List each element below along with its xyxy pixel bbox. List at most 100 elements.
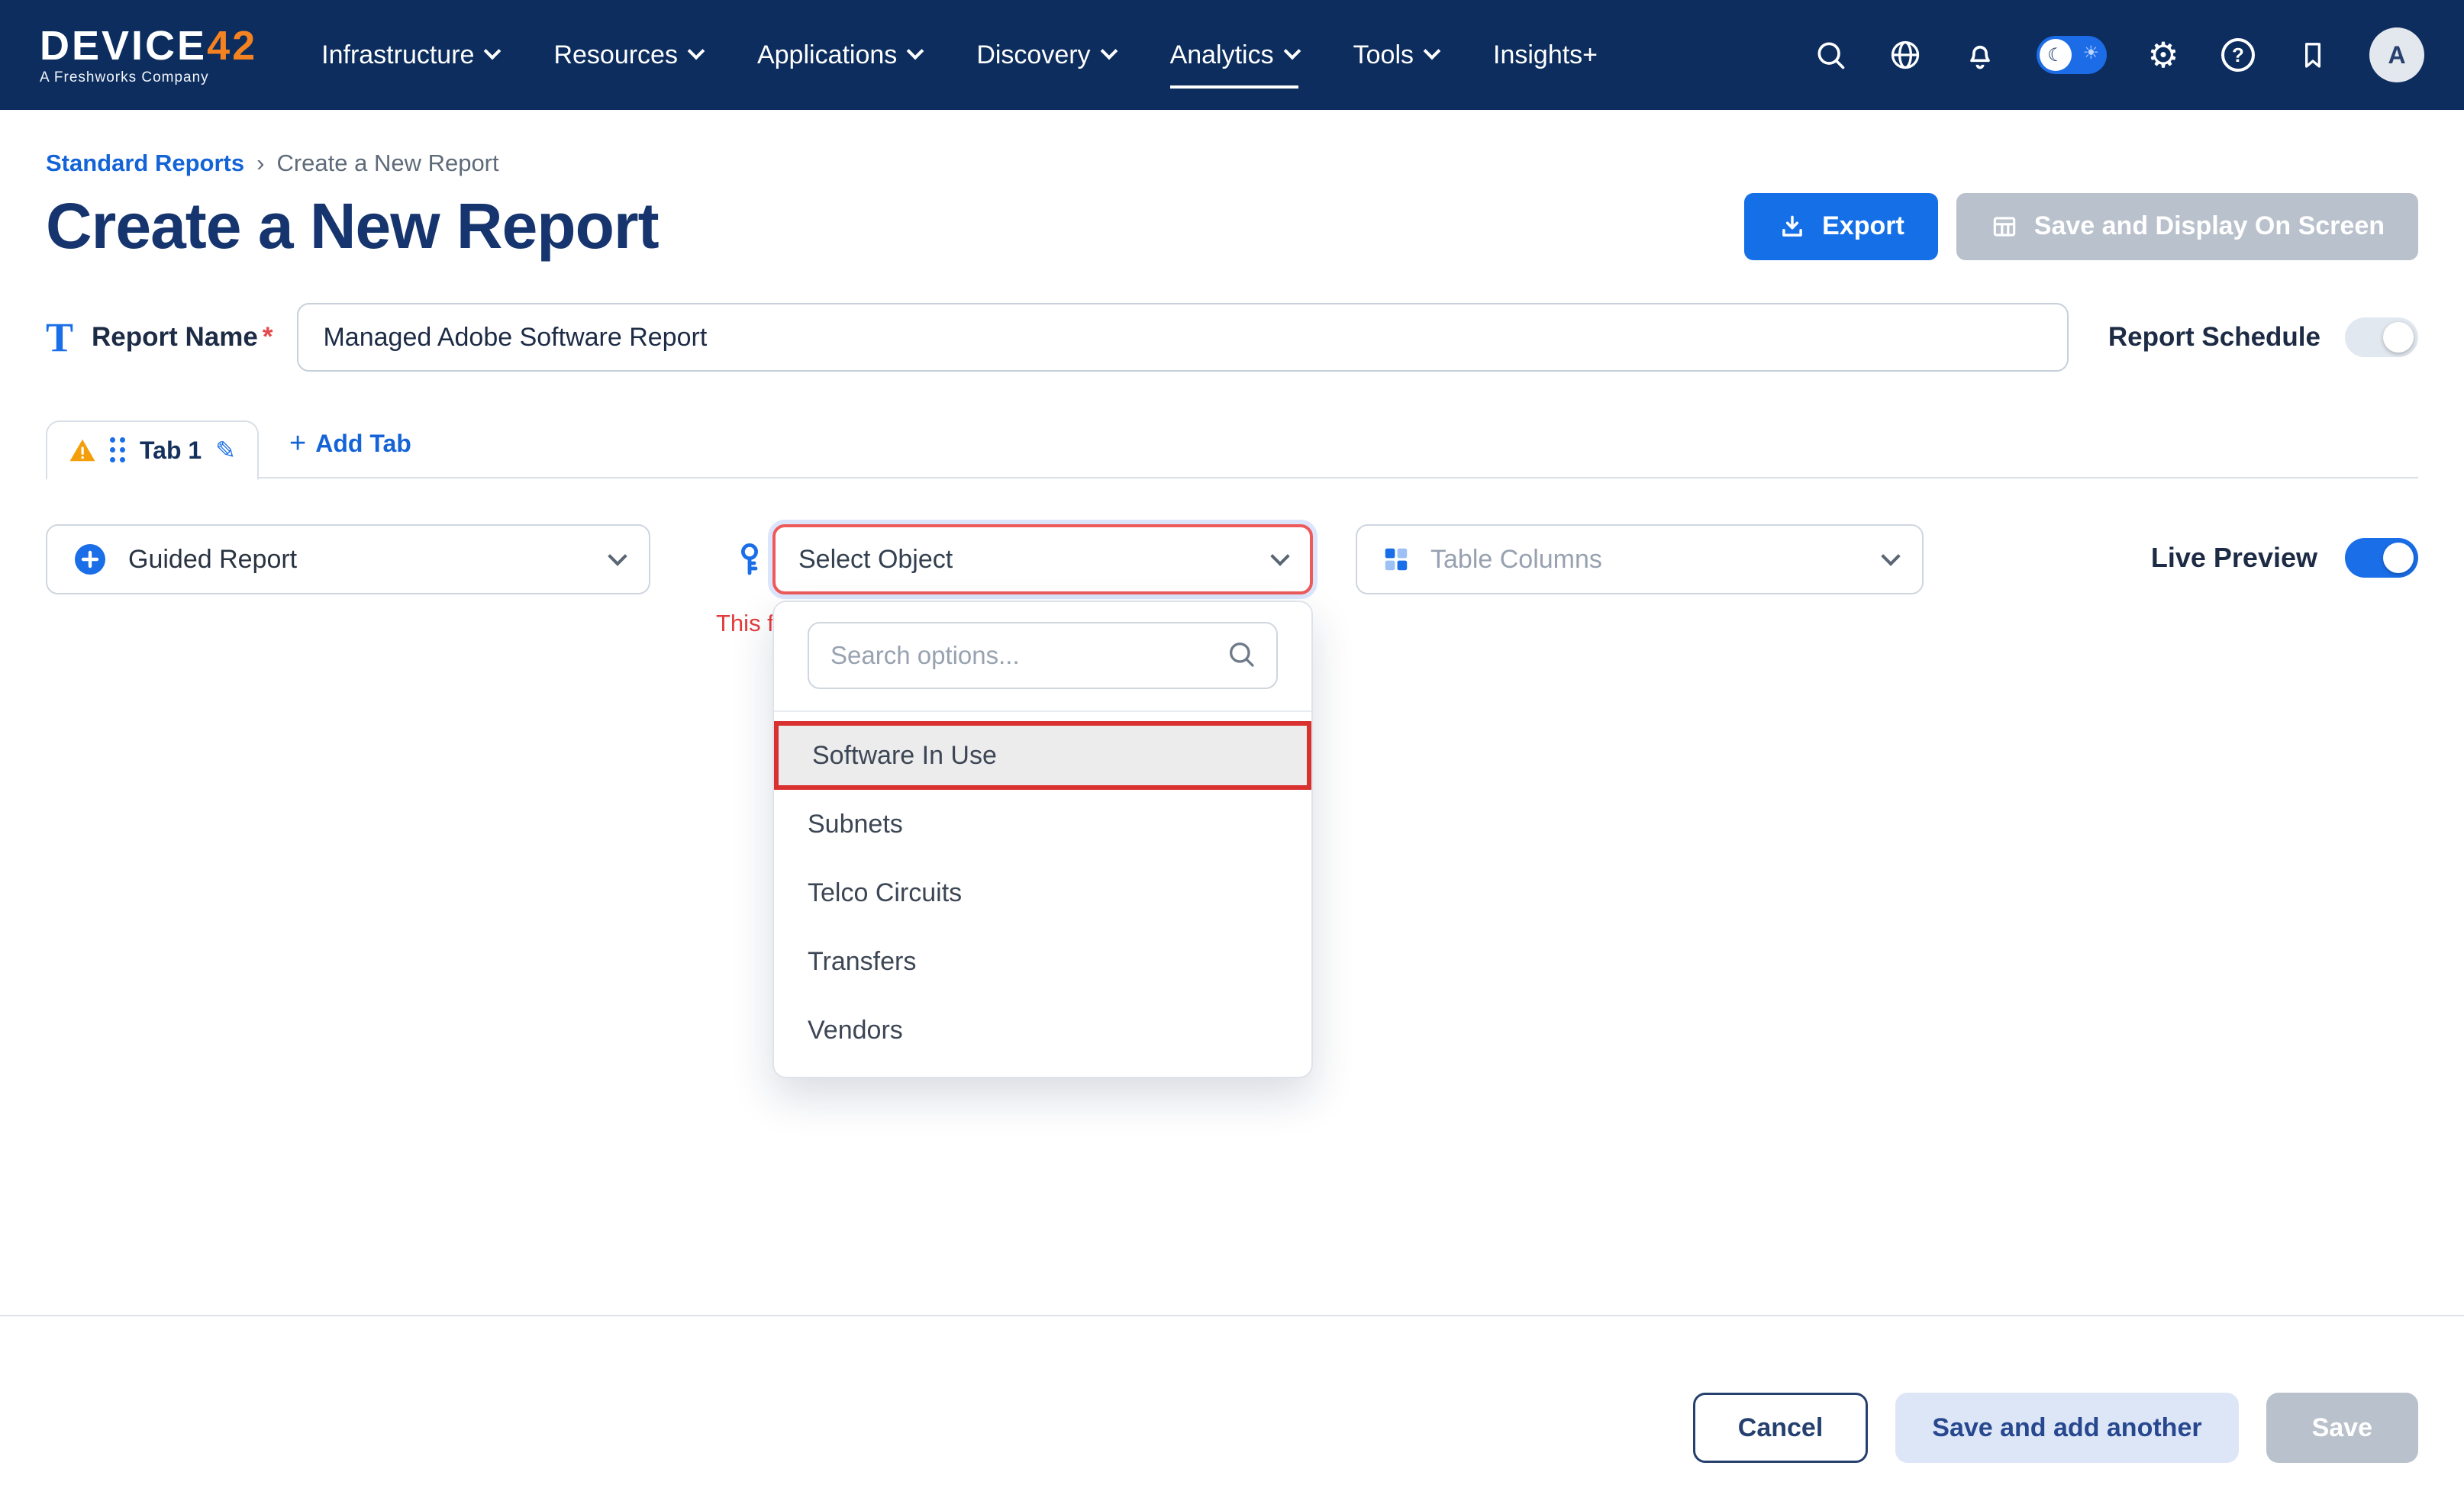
option-subnets[interactable]: Subnets (774, 790, 1311, 858)
breadcrumb-current: Create a New Report (276, 150, 498, 177)
warning-icon (69, 437, 96, 463)
search-icon (1226, 639, 1256, 669)
sun-icon: ☀ (2082, 42, 2099, 63)
drag-handle-icon[interactable] (110, 437, 126, 463)
cancel-button[interactable]: Cancel (1693, 1393, 1869, 1463)
report-name-input[interactable] (297, 303, 2068, 372)
chevron-down-icon (1283, 43, 1301, 60)
nav-label: Tools (1353, 40, 1414, 70)
download-icon (1778, 212, 1807, 241)
nav-label: Discovery (976, 40, 1090, 70)
logo-accent: 42 (207, 23, 257, 69)
nav-label: Analytics (1170, 40, 1274, 70)
guided-report-icon (72, 541, 108, 578)
nav-item-discovery[interactable]: Discovery (976, 28, 1114, 82)
report-schedule-group: Report Schedule (2108, 317, 2418, 357)
select-object-panel: Software In Use Subnets Telco Circuits T… (772, 601, 1313, 1078)
tab-bar: Tab 1 ✎ + Add Tab (46, 417, 2418, 478)
save-and-add-another-button[interactable]: Save and add another (1895, 1393, 2238, 1463)
bell-icon[interactable] (1962, 37, 1998, 73)
report-name-row: T Report Name* Report Schedule (46, 303, 2418, 372)
report-schedule-toggle[interactable] (2345, 317, 2418, 357)
nav-item-infrastructure[interactable]: Infrastructure (321, 28, 498, 82)
search-icon[interactable] (1812, 37, 1849, 73)
text-tool-icon: T (46, 314, 73, 361)
tab-label: Tab 1 (140, 436, 202, 465)
page-content: Standard Reports › Create a New Report C… (0, 150, 2464, 1463)
logo-tagline: A Freshworks Company (40, 70, 257, 85)
add-tab-button[interactable]: + Add Tab (289, 427, 411, 469)
chevron-down-icon (1424, 43, 1441, 60)
grid-icon (1382, 545, 1411, 574)
logo-text: DEVICE42 (40, 24, 257, 68)
table-icon (1990, 212, 2019, 241)
table-columns-placeholder: Table Columns (1430, 545, 1602, 575)
footer-divider (0, 1315, 2464, 1316)
gear-icon[interactable]: ⚙ (2145, 37, 2182, 73)
footer-actions: Cancel Save and add another Save (46, 1393, 2418, 1463)
theme-toggle[interactable]: ☾ ☀ (2037, 36, 2107, 74)
report-type-select[interactable]: Guided Report (46, 524, 650, 594)
required-asterisk: * (263, 322, 273, 352)
option-search-wrap (774, 602, 1311, 712)
option-search-input[interactable] (808, 622, 1278, 689)
option-software-in-use[interactable]: Software In Use (774, 721, 1311, 790)
select-object-dropdown[interactable]: Select Object (772, 524, 1313, 594)
breadcrumb: Standard Reports › Create a New Report (46, 150, 2418, 177)
chevron-down-icon (608, 546, 627, 565)
nav-item-analytics[interactable]: Analytics (1170, 28, 1298, 82)
nav-label: Resources (553, 40, 678, 70)
chevron-down-icon (1881, 546, 1900, 565)
live-preview-toggle[interactable] (2345, 538, 2418, 578)
select-object-group: Select Object This f Software In Use Sub… (772, 524, 1313, 594)
chevron-down-icon (1270, 546, 1289, 565)
save-button[interactable]: Save (2266, 1393, 2418, 1463)
key-icon (736, 543, 763, 576)
chevron-down-icon (1100, 43, 1118, 60)
nav-item-insights[interactable]: Insights+ (1493, 28, 1598, 82)
validation-error-text: This f (716, 610, 774, 637)
moon-icon: ☾ (2040, 39, 2072, 71)
plus-icon: + (289, 427, 306, 460)
nav-label: Insights+ (1493, 40, 1598, 70)
tab-1[interactable]: Tab 1 ✎ (46, 420, 259, 480)
report-schedule-label: Report Schedule (2108, 322, 2320, 353)
navbar-actions: ☾ ☀ ⚙ ? A (1812, 27, 2424, 82)
nav-label: Applications (757, 40, 897, 70)
option-transfers[interactable]: Transfers (774, 927, 1311, 996)
top-navbar: DEVICE42 A Freshworks Company Infrastruc… (0, 0, 2464, 110)
title-row: Create a New Report Export Save and Disp… (46, 189, 2418, 263)
option-list: Software In Use Subnets Telco Circuits T… (774, 712, 1311, 1065)
export-button[interactable]: Export (1744, 193, 1938, 260)
user-avatar[interactable]: A (2369, 27, 2424, 82)
toggle-knob (2383, 543, 2414, 573)
chevron-down-icon (484, 43, 502, 60)
chevron-down-icon (907, 43, 924, 60)
main-nav: Infrastructure Resources Applications Di… (321, 28, 1598, 82)
nav-item-applications[interactable]: Applications (757, 28, 921, 82)
bookmark-icon[interactable] (2295, 37, 2331, 73)
select-object-value: Select Object (798, 545, 953, 575)
nav-label: Infrastructure (321, 40, 474, 70)
option-vendors[interactable]: Vendors (774, 996, 1311, 1065)
table-columns-select[interactable]: Table Columns (1356, 524, 1924, 594)
save-display-label: Save and Display On Screen (2034, 211, 2385, 241)
breadcrumb-standard-reports[interactable]: Standard Reports (46, 150, 244, 177)
edit-tab-icon[interactable]: ✎ (215, 436, 236, 465)
toggle-knob (2383, 322, 2414, 353)
globe-icon[interactable] (1887, 37, 1924, 73)
nav-item-tools[interactable]: Tools (1353, 28, 1438, 82)
report-type-value: Guided Report (128, 545, 297, 575)
device42-logo[interactable]: DEVICE42 A Freshworks Company (40, 24, 257, 86)
header-actions: Export Save and Display On Screen (1744, 193, 2418, 260)
live-preview-label: Live Preview (2151, 542, 2317, 574)
report-name-label: Report Name* (92, 322, 273, 353)
page-title: Create a New Report (46, 189, 659, 263)
add-tab-label: Add Tab (315, 430, 411, 458)
help-icon[interactable]: ? (2220, 37, 2256, 73)
report-builder-row: Guided Report Select Object This f S (46, 524, 2418, 594)
option-telco-circuits[interactable]: Telco Circuits (774, 858, 1311, 927)
save-and-display-button[interactable]: Save and Display On Screen (1956, 193, 2418, 260)
nav-item-resources[interactable]: Resources (553, 28, 702, 82)
live-preview-group: Live Preview (2151, 538, 2418, 578)
